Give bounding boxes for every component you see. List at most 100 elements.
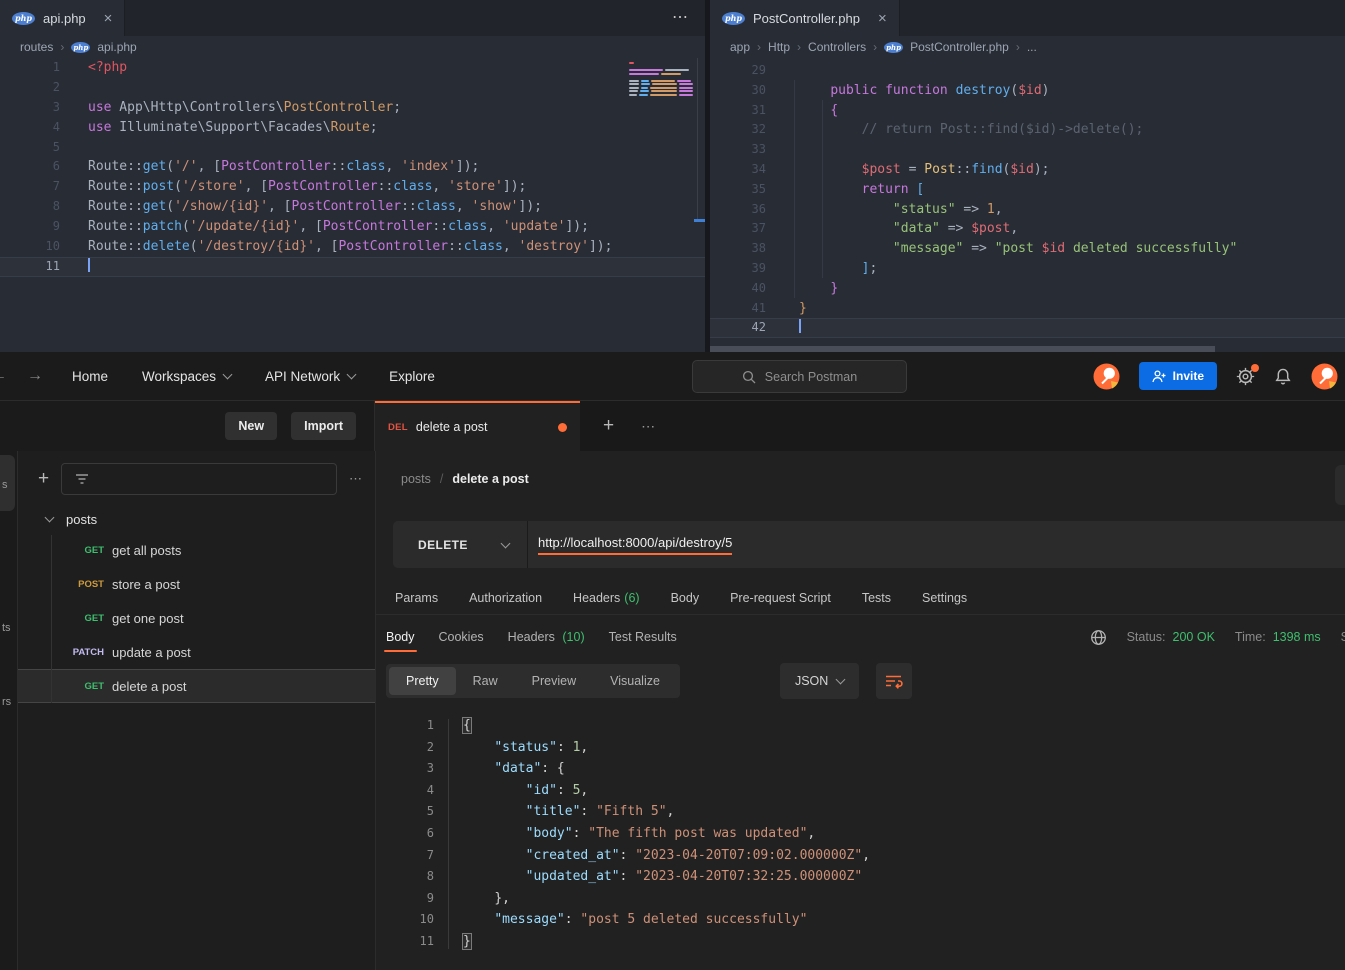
request-item-update-a-post[interactable]: PATCHupdate a post xyxy=(18,635,375,669)
editor-code[interactable]: 1<?php23use App\Http\Controllers\PostCon… xyxy=(0,58,705,277)
globe-icon[interactable] xyxy=(1090,629,1107,646)
response-tab-test-results[interactable]: Test Results xyxy=(609,630,677,644)
breadcrumb-item[interactable]: Http xyxy=(768,40,790,54)
minimap-segment xyxy=(679,87,693,89)
line-number: 6 xyxy=(0,157,73,177)
line-number: 8 xyxy=(376,866,444,888)
status-value[interactable]: 200 OK xyxy=(1173,630,1215,644)
url-input[interactable]: http://localhost:8000/api/destroy/5 xyxy=(528,521,732,568)
notifications-bell-icon[interactable] xyxy=(1274,367,1292,386)
forward-arrow-icon[interactable]: → xyxy=(27,367,43,385)
nav-item-workspaces[interactable]: Workspaces xyxy=(142,369,231,384)
new-button[interactable]: New xyxy=(225,412,277,440)
code-line: 38 "message" => "post $id deleted succes… xyxy=(710,239,1345,259)
code-line: 10Route::delete('/destroy/{id}', [PostCo… xyxy=(0,237,705,257)
sidebar-more-icon[interactable]: ⋯ xyxy=(349,471,363,487)
scrollbar[interactable] xyxy=(697,58,698,220)
rail-item-fragment[interactable]: s xyxy=(2,479,8,491)
editor-code[interactable]: 2930 public function destroy($id)31 {32 … xyxy=(710,61,1345,338)
line-number: 33 xyxy=(710,140,775,160)
settings-gear-icon[interactable] xyxy=(1236,367,1255,386)
breadcrumb-item[interactable]: PostController.php xyxy=(910,40,1009,54)
php-icon: php xyxy=(722,12,745,25)
avatar[interactable] xyxy=(1311,363,1338,390)
response-tab-cookies[interactable]: Cookies xyxy=(439,630,484,644)
rail-item-fragment[interactable]: rs xyxy=(2,696,11,708)
tab-postcontroller-php[interactable]: php PostController.php × xyxy=(710,0,900,36)
minimap-segment xyxy=(629,94,637,96)
request-item-label: delete a post xyxy=(112,679,186,694)
breadcrumb-item[interactable]: ... xyxy=(1027,40,1037,54)
line-number: 9 xyxy=(376,888,444,910)
request-item-get-all-posts[interactable]: GETget all posts xyxy=(18,533,375,567)
tab-title: PostController.php xyxy=(753,11,860,26)
request-tab-authorization[interactable]: Authorization xyxy=(469,591,542,605)
code-line: 7Route::post('/store', [PostController::… xyxy=(0,177,705,197)
request-tab-tests[interactable]: Tests xyxy=(862,591,891,605)
time-value[interactable]: 1398 ms xyxy=(1273,630,1321,644)
filter-input[interactable] xyxy=(61,463,337,495)
chevron-down-icon xyxy=(347,370,357,380)
minimap-segment xyxy=(677,80,691,82)
tab-api-php[interactable]: php api.php × xyxy=(0,0,125,36)
breadcrumb-request-name[interactable]: delete a post xyxy=(452,472,528,486)
line-text: "status": 1, xyxy=(444,737,588,759)
request-tab-delete-a-post[interactable]: DEL delete a post xyxy=(375,401,580,451)
breadcrumb-item[interactable]: app xyxy=(730,40,750,54)
unsaved-dot xyxy=(558,423,567,432)
format-select[interactable]: JSON xyxy=(780,663,859,699)
minimap-row xyxy=(629,73,693,75)
search-input[interactable]: Search Postman xyxy=(692,360,907,393)
close-icon[interactable]: × xyxy=(104,10,113,27)
response-body[interactable]: 1{2 "status": 1,3 "data": {4 "id": 5,5 "… xyxy=(376,715,1345,970)
nav-item-api-network[interactable]: API Network xyxy=(265,369,355,384)
wrap-text-button[interactable] xyxy=(876,663,912,699)
breadcrumb-item[interactable]: routes xyxy=(20,40,53,54)
request-tab-settings[interactable]: Settings xyxy=(922,591,967,605)
new-tab-button[interactable]: + xyxy=(603,415,614,437)
back-arrow-icon[interactable]: ← xyxy=(0,367,7,385)
request-tab-params[interactable]: Params xyxy=(395,591,438,605)
breadcrumb-item[interactable]: Controllers xyxy=(808,40,866,54)
breadcrumb-item[interactable]: api.php xyxy=(97,40,136,54)
invite-button[interactable]: Invite xyxy=(1139,362,1217,390)
clipped-edge-button[interactable] xyxy=(1335,465,1345,505)
add-collection-icon[interactable]: + xyxy=(38,468,49,490)
minimap-segment xyxy=(629,62,634,64)
request-item-delete-a-post[interactable]: GETdelete a post xyxy=(18,669,375,703)
request-tabstrip: DEL delete a post + ⋯ xyxy=(375,401,1345,451)
import-button[interactable]: Import xyxy=(291,412,356,440)
code-line: 8Route::get('/show/{id}', [PostControlle… xyxy=(0,197,705,217)
view-preview[interactable]: Preview xyxy=(515,667,593,695)
chevron-down-icon xyxy=(836,675,846,685)
minimap[interactable] xyxy=(629,62,693,96)
view-raw[interactable]: Raw xyxy=(456,667,515,695)
breadcrumb-folder[interactable]: posts xyxy=(401,472,431,486)
line-number: 42 xyxy=(710,318,775,338)
request-tab-headers[interactable]: Headers(6) xyxy=(573,591,640,605)
response-tab-headers[interactable]: Headers (10) xyxy=(508,630,585,644)
minimap-segment xyxy=(629,83,639,85)
method-badge: POST xyxy=(18,579,104,590)
request-tab-body[interactable]: Body xyxy=(671,591,700,605)
close-icon[interactable]: × xyxy=(878,10,887,27)
tab-options-icon[interactable]: ⋯ xyxy=(641,418,657,435)
collection-posts[interactable]: posts xyxy=(18,505,375,533)
response-tab-body[interactable]: Body xyxy=(386,630,415,644)
code-line: 9Route::patch('/update/{id}', [PostContr… xyxy=(0,217,705,237)
postman-logo[interactable] xyxy=(1093,363,1120,390)
request-item-get-one-post[interactable]: GETget one post xyxy=(18,601,375,635)
line-number: 38 xyxy=(710,239,775,259)
editor-actions-icon[interactable]: ⋯ xyxy=(672,7,691,27)
nav-item-home[interactable]: Home xyxy=(72,369,108,384)
view-visualize[interactable]: Visualize xyxy=(593,667,677,695)
view-pretty[interactable]: Pretty xyxy=(389,667,456,695)
method-select[interactable]: DELETE xyxy=(393,521,528,568)
screen: php api.php × ⋯ routes›phpapi.php 1<?php… xyxy=(0,0,1345,970)
scrollbar-thumb[interactable] xyxy=(694,219,705,222)
request-item-store-a-post[interactable]: POSTstore a post xyxy=(18,567,375,601)
request-tab-pre-request-script[interactable]: Pre-request Script xyxy=(730,591,831,605)
rail-item-fragment[interactable]: ts xyxy=(2,622,11,634)
nav-item-explore[interactable]: Explore xyxy=(389,369,435,384)
postman-header: ← → Home Workspaces API Network Explore Sea… xyxy=(0,352,1345,401)
